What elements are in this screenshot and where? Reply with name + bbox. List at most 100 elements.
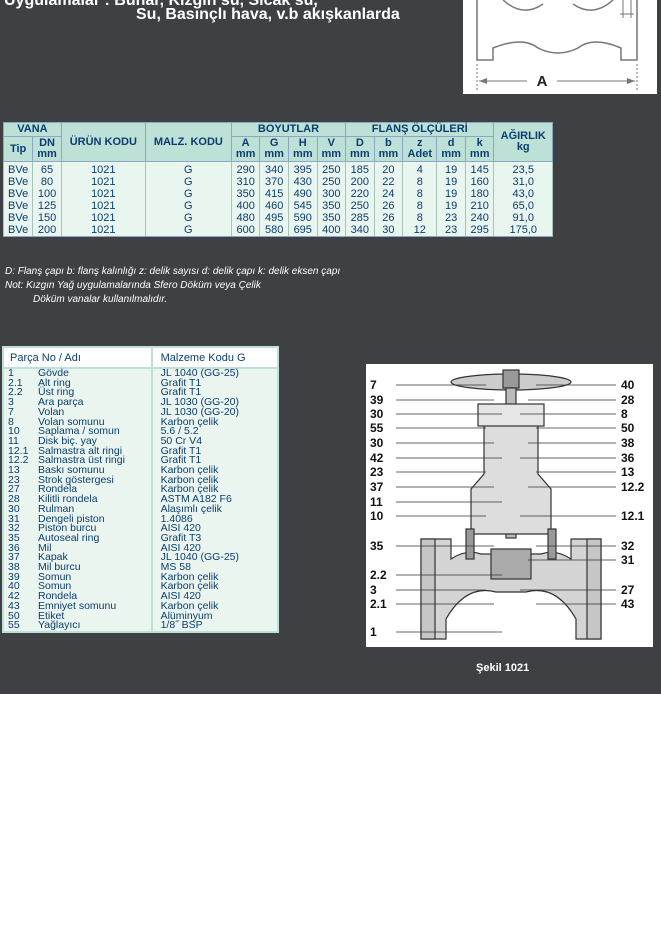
callout-label: 3: [370, 583, 377, 597]
spec-cell: 480: [230, 212, 261, 224]
spec-cell: 19: [436, 176, 466, 188]
spec-cell: 200: [32, 224, 62, 237]
spec-cell: 350: [316, 212, 347, 224]
col-k: k mm: [464, 136, 495, 162]
parts-header-material: Malzeme Kodu G: [150, 347, 278, 369]
parts-table: Parça No / Adı Malzeme Kodu G 1 Gövde JL 1…: [2, 346, 279, 633]
spec-cell: BVe: [2, 200, 34, 212]
spec-cell: 300: [316, 188, 347, 200]
spec-cell: 400: [316, 224, 347, 237]
spec-cell: 250: [316, 161, 347, 176]
col-d-flange: Dmm: [345, 136, 375, 162]
spec-cell: 220: [345, 188, 375, 200]
spec-cell: 430: [287, 176, 318, 188]
spec-cell: G: [144, 161, 232, 176]
notes: D: Flanş çapı b: flanş kalınlığı z: deli…: [5, 265, 340, 307]
spec-cell: 490: [287, 188, 318, 200]
callout-label: 13: [621, 465, 635, 479]
spec-cell: 23,5: [493, 161, 553, 176]
callout-label: 8: [621, 407, 628, 421]
spec-cell: BVe: [2, 212, 34, 224]
spec-cell: 8: [402, 188, 438, 200]
spec-cell: 19: [436, 188, 466, 200]
spec-cell: 8: [402, 212, 438, 224]
callout-label: 30: [370, 407, 384, 421]
spec-row: BVe 125 1021 G 400 460 545 350 250 26 8 19 210 65,0: [2, 200, 553, 212]
spec-cell: 545: [287, 200, 318, 212]
spec-cell: 600: [230, 224, 261, 237]
spec-cell: 12: [402, 224, 438, 237]
spec-cell: 350: [316, 200, 347, 212]
callout-label: 39: [370, 393, 384, 407]
spec-cell: 350: [230, 188, 261, 200]
applications-fluids: Su, Basınçlı hava, v.b akışkanlarda: [136, 6, 400, 23]
spec-cell: 460: [259, 200, 289, 212]
spec-cell: 160: [464, 176, 495, 188]
spec-cell: 20: [373, 161, 404, 176]
spec-cell: 65,0: [493, 200, 553, 212]
callout-label: 50: [621, 421, 635, 435]
spec-cell: 295: [464, 224, 495, 237]
spec-cell: 1021: [60, 161, 146, 176]
spec-cell: 250: [316, 176, 347, 188]
spec-cell: 340: [345, 224, 375, 237]
spec-cell: 580: [259, 224, 289, 237]
spec-row: BVe 80 1021 G 310 370 430 250 200 22 8 19 160 31,0: [2, 176, 553, 188]
callout-label: 36: [621, 451, 635, 465]
callout-label: 12.1: [621, 509, 645, 523]
col-v: Vmm: [316, 136, 347, 162]
spec-cell: BVe: [2, 188, 34, 200]
valve-cross-section-figure: 7 39 30 55 30 42 23 37 11 10 35 2.2 3 2.1 1 40 28 8 50 38 36…: [366, 364, 653, 647]
spec-cell: 400: [230, 200, 261, 212]
spec-cell: 100: [32, 188, 62, 200]
spec-cell: 695: [287, 224, 318, 237]
spec-cell: G: [144, 176, 232, 188]
spec-cell: G: [144, 212, 232, 224]
spec-row: BVe 65 1021 G 290 340 395 250 185 20 4 19 145 23,5: [2, 161, 553, 176]
spec-cell: 4: [402, 161, 438, 176]
callout-label: 43: [621, 597, 635, 611]
col-z: z Adet: [402, 136, 438, 162]
callout-label: 37: [370, 480, 384, 494]
col-b: b mm: [373, 136, 404, 162]
parts-header-part: Parça No / Adı: [3, 347, 152, 369]
spec-cell: 285: [345, 212, 375, 224]
spec-cell: 65: [32, 161, 62, 176]
spec-cell: 19: [436, 200, 466, 212]
spec-cell: 1021: [60, 176, 146, 188]
spec-cell: 24: [373, 188, 404, 200]
spec-cell: 1021: [60, 200, 146, 212]
spec-cell: 250: [345, 200, 375, 212]
part-material: 1/8˝ BSP: [150, 620, 278, 632]
callout-label: 11: [370, 495, 383, 509]
spec-cell: BVe: [2, 176, 34, 188]
spec-cell: G: [144, 224, 232, 237]
col-d-hole: d mm: [436, 136, 466, 162]
specifications-table: VANA ÜRÜN KODU MALZ. KODU BOYUTLAR FLANŞ…: [2, 122, 553, 237]
spec-cell: 19: [436, 161, 466, 176]
callout-label: 1: [370, 625, 377, 639]
spec-cell: 185: [345, 161, 375, 176]
parts-row: 55 Yağlayıcı 1/8˝ BSP: [3, 620, 278, 632]
spec-row: BVe 100 1021 G 350 415 490 300 220 24 8 19 180 43,0: [2, 188, 553, 200]
dimension-legend: D: Flanş çapı b: flanş kalınlığı z: deli…: [5, 266, 341, 277]
spec-cell: 175,0: [493, 224, 553, 237]
callout-label: 55: [370, 421, 384, 435]
callout-label: 30: [370, 436, 384, 450]
spec-cell: 145: [464, 161, 495, 176]
spec-cell: 8: [402, 200, 438, 212]
callout-label: 35: [370, 539, 384, 553]
spec-cell: 30: [373, 224, 404, 237]
callout-label: 10: [370, 509, 384, 523]
part-name: Autoseal ring: [38, 531, 100, 544]
note-line-1: Not: Kızgın Yağ uygulamalarında Sfero Dö…: [5, 280, 261, 291]
spec-cell: 495: [259, 212, 289, 224]
col-group-boyutlar: BOYUTLAR: [230, 122, 347, 137]
callout-label: 42: [370, 451, 384, 465]
spec-cell: 22: [373, 176, 404, 188]
callout-label: 2.1: [370, 597, 387, 611]
col-malz-kodu: MALZ. KODU: [144, 122, 232, 162]
spec-cell: 1021: [60, 212, 146, 224]
callout-label: 32: [621, 539, 635, 553]
spec-cell: 31,0: [493, 176, 553, 188]
